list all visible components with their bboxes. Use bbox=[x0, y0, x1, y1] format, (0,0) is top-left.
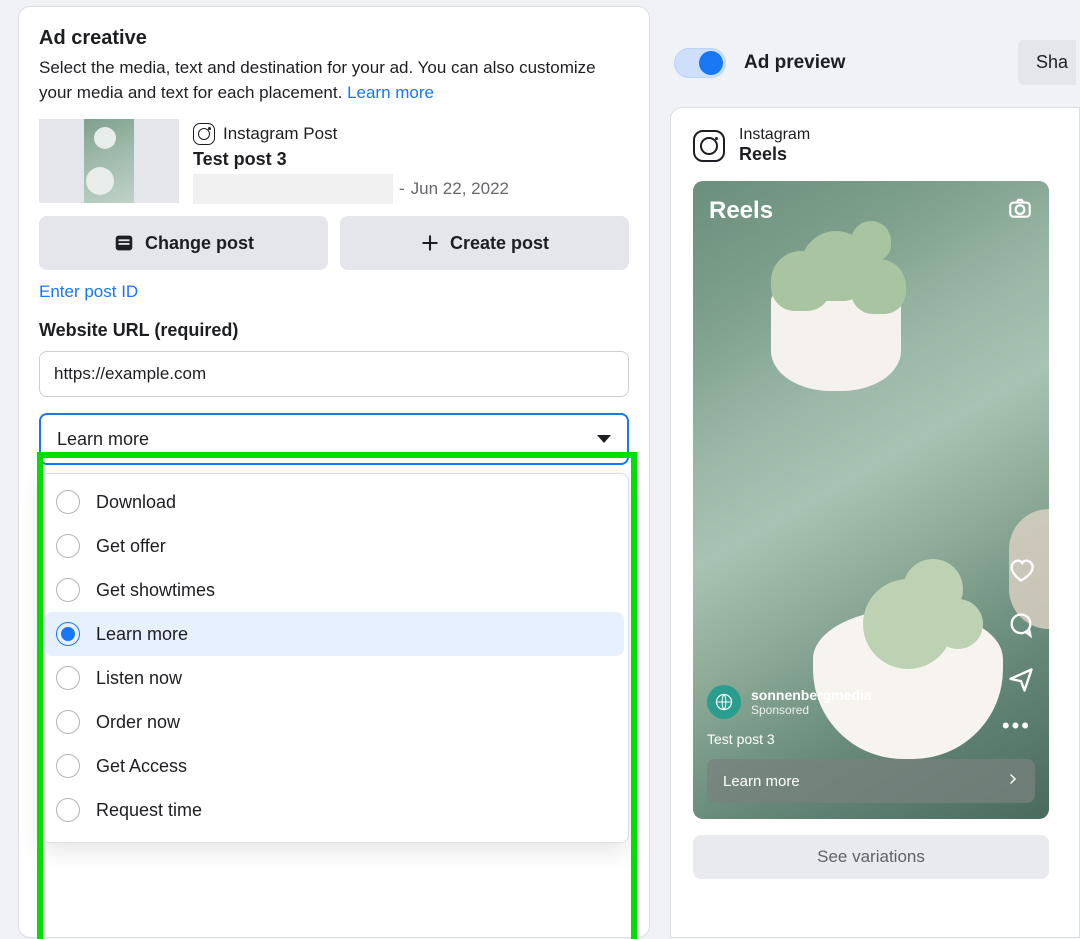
reels-header: Reels bbox=[709, 197, 773, 225]
cta-option-get-access[interactable]: Get Access bbox=[44, 744, 624, 788]
post-thumbnail bbox=[39, 119, 179, 203]
share-icon[interactable] bbox=[1007, 666, 1035, 699]
cta-option-label: Get showtimes bbox=[96, 580, 215, 601]
preview-panel: Ad preview Sha Instagram Reels Reels bbox=[670, 0, 1080, 938]
preview-placement: Reels bbox=[739, 144, 810, 165]
cta-dropdown: Download Get offer Get showtimes Learn more… bbox=[39, 473, 629, 843]
radio-icon bbox=[56, 754, 80, 778]
chevron-right-icon bbox=[1007, 771, 1019, 791]
post-source-label: Instagram Post bbox=[223, 124, 337, 144]
see-variations-button[interactable]: See variations bbox=[693, 835, 1049, 879]
selected-post: Instagram Post Test post 3 - Jun 22, 202… bbox=[39, 119, 629, 204]
cta-option-label: Get offer bbox=[96, 536, 166, 557]
radio-icon bbox=[56, 534, 80, 558]
ad-preview-toggle[interactable] bbox=[674, 48, 726, 78]
section-description: Select the media, text and destination f… bbox=[39, 56, 629, 105]
radio-icon bbox=[56, 666, 80, 690]
cta-option-label: Order now bbox=[96, 712, 180, 733]
instagram-icon bbox=[693, 130, 725, 162]
redacted-account bbox=[193, 174, 393, 204]
preview-card: Instagram Reels Reels bbox=[670, 107, 1080, 938]
post-date: Jun 22, 2022 bbox=[411, 179, 509, 199]
cta-option-get-showtimes[interactable]: Get showtimes bbox=[44, 568, 624, 612]
reels-preview: Reels sonnenbergmedia Sponsored Te bbox=[693, 181, 1049, 819]
website-url-input[interactable] bbox=[39, 351, 629, 397]
cta-option-label: Download bbox=[96, 492, 176, 513]
preview-caption: Test post 3 bbox=[707, 731, 775, 747]
cta-option-listen-now[interactable]: Listen now bbox=[44, 656, 624, 700]
website-url-label: Website URL (required) bbox=[39, 320, 629, 341]
post-title: Test post 3 bbox=[193, 149, 629, 170]
preview-cta-button[interactable]: Learn more bbox=[707, 759, 1035, 803]
cta-option-label: Learn more bbox=[96, 624, 188, 645]
camera-icon bbox=[1007, 195, 1033, 226]
radio-icon bbox=[56, 622, 80, 646]
cta-option-label: Listen now bbox=[96, 668, 182, 689]
radio-icon bbox=[56, 490, 80, 514]
radio-icon bbox=[56, 798, 80, 822]
preview-sponsored: Sponsored bbox=[751, 703, 872, 717]
more-icon[interactable]: ••• bbox=[1002, 713, 1031, 739]
avatar bbox=[707, 685, 741, 719]
preview-cta-label: Learn more bbox=[723, 773, 800, 790]
share-button[interactable]: Sha bbox=[1018, 40, 1076, 85]
radio-icon bbox=[56, 578, 80, 602]
cta-option-download[interactable]: Download bbox=[44, 480, 624, 524]
ad-creative-panel: Ad creative Select the media, text and d… bbox=[18, 6, 650, 938]
preview-username: sonnenbergmedia bbox=[751, 687, 872, 703]
cta-option-label: Get Access bbox=[96, 756, 187, 777]
cta-selected-label: Learn more bbox=[57, 429, 149, 450]
preview-platform: Instagram bbox=[739, 126, 810, 144]
cta-option-learn-more[interactable]: Learn more bbox=[44, 612, 624, 656]
create-post-label: Create post bbox=[450, 233, 549, 254]
create-post-button[interactable]: Create post bbox=[340, 216, 629, 270]
date-separator: - bbox=[399, 179, 405, 199]
change-post-button[interactable]: Change post bbox=[39, 216, 328, 270]
radio-icon bbox=[56, 710, 80, 734]
cta-option-request-time[interactable]: Request time bbox=[44, 788, 624, 832]
cta-option-label: Request time bbox=[96, 800, 202, 821]
cta-option-get-offer[interactable]: Get offer bbox=[44, 524, 624, 568]
cta-select[interactable]: Learn more bbox=[39, 413, 629, 465]
enter-post-id-link[interactable]: Enter post ID bbox=[39, 282, 138, 302]
ad-preview-label: Ad preview bbox=[744, 52, 1000, 74]
change-post-label: Change post bbox=[145, 233, 254, 254]
description-text: Select the media, text and destination f… bbox=[39, 58, 596, 102]
post-icon bbox=[113, 232, 135, 254]
heart-icon[interactable] bbox=[1007, 556, 1035, 589]
instagram-icon bbox=[193, 123, 215, 145]
caret-down-icon bbox=[597, 435, 611, 443]
section-title: Ad creative bbox=[39, 27, 629, 50]
cta-option-order-now[interactable]: Order now bbox=[44, 700, 624, 744]
comment-icon[interactable] bbox=[1007, 611, 1035, 644]
learn-more-link[interactable]: Learn more bbox=[347, 83, 434, 102]
plus-icon bbox=[420, 233, 440, 253]
